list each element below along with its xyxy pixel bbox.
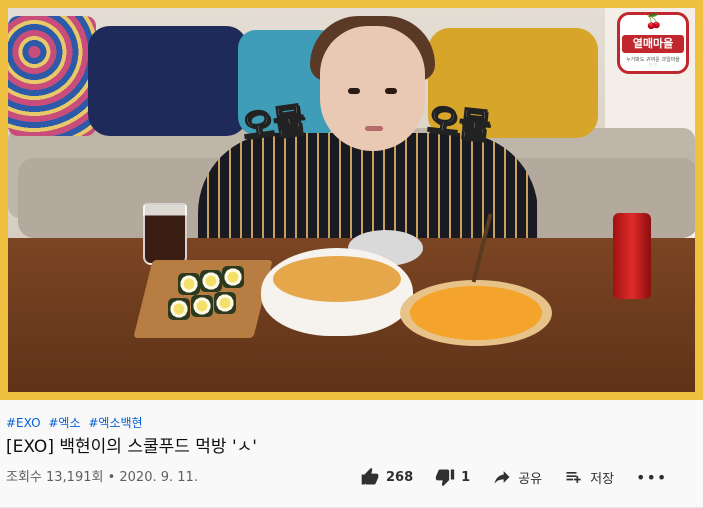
share-button[interactable]: 공유 — [492, 467, 542, 487]
hashtag-link[interactable]: #EXO — [6, 416, 41, 430]
share-label: 공유 — [518, 471, 543, 487]
kimbap-piece — [191, 295, 213, 317]
person-eye-right — [385, 88, 397, 94]
video-metadata: #EXO #엑소 #엑소백현 [EXO] 백현이의 스쿨푸드 먹방 'ㅅ' 조회… — [0, 400, 703, 508]
more-actions-button[interactable]: ••• — [636, 468, 667, 487]
more-horizontal-icon: ••• — [636, 467, 668, 487]
udon-soup — [273, 256, 401, 302]
kimbap-piece — [214, 292, 236, 314]
action-bar: 268 1 공유 저장 ••• — [360, 466, 689, 488]
kimbap-piece — [168, 298, 190, 320]
playlist-add-icon — [566, 472, 581, 483]
caption-overlay-left: 오물 — [239, 99, 308, 149]
channel-logo-text: 열매마을 — [622, 35, 684, 53]
video-title: [EXO] 백현이의 스쿨푸드 먹방 'ㅅ' — [6, 437, 257, 457]
dislike-count: 1 — [461, 469, 471, 485]
thumbs-down-icon — [435, 469, 455, 487]
cola-can — [613, 213, 651, 299]
hashtag-link[interactable]: #엑소 — [48, 416, 80, 430]
cream-tteokbokki — [410, 286, 542, 340]
dislike-button[interactable]: 1 — [435, 467, 470, 487]
thumbs-up-icon — [361, 467, 379, 485]
floral-pillow — [8, 16, 96, 136]
caption-overlay-right: 오물 — [425, 100, 493, 148]
share-arrow-icon — [494, 471, 510, 484]
kimbap-piece — [178, 273, 200, 295]
like-count: 268 — [386, 469, 414, 485]
person-eye-left — [348, 88, 360, 94]
cherry-icon: 🍒 — [645, 14, 663, 30]
navy-pillow — [88, 26, 248, 136]
hashtag-link[interactable]: #엑소백현 — [88, 416, 142, 430]
channel-logo-subtext: 누가봐도 귀여운 과일마을 ♡♡ — [626, 57, 680, 69]
hashtag-list: #EXO #엑소 #엑소백현 — [6, 414, 147, 431]
video-player[interactable]: 오물 오물 🍒 열매마을 누가봐도 귀여운 과일마을 ♡♡ — [0, 0, 703, 400]
save-label: 저장 — [590, 471, 615, 487]
view-count-date: 조회수 13,191회 • 2020. 9. 11. — [6, 470, 198, 485]
kimbap-piece — [222, 266, 244, 288]
video-frame-image[interactable]: 오물 오물 — [8, 8, 695, 392]
save-button[interactable]: 저장 — [564, 467, 614, 487]
like-button[interactable]: 268 — [360, 467, 413, 487]
cola-glass — [143, 203, 187, 265]
kimbap-piece — [200, 270, 222, 292]
person-mouth — [365, 126, 383, 131]
person-face — [320, 26, 425, 151]
